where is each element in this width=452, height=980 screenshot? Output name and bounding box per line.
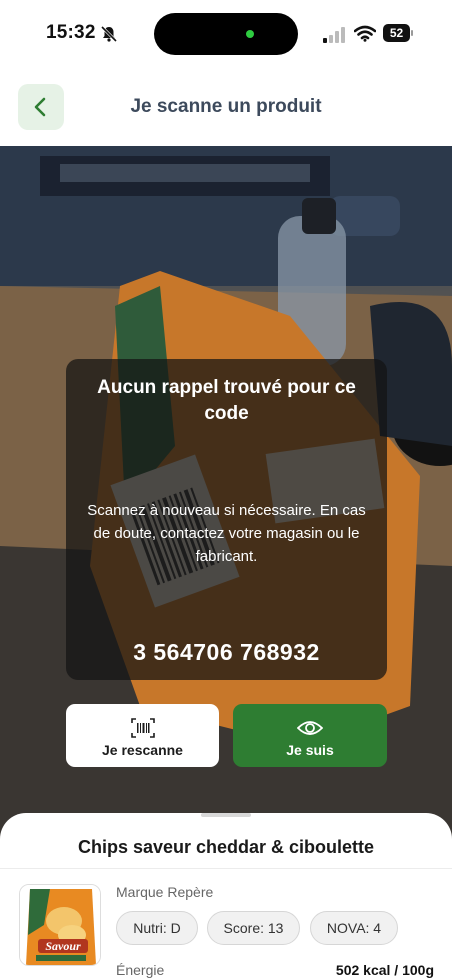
energy-value: 502 kcal / 100g: [335, 962, 434, 978]
nutri-score-chip: Nutri: D: [116, 911, 198, 945]
eye-icon: [297, 721, 323, 735]
product-image: Savour: [20, 885, 100, 965]
thumbnail-brand-text: Savour: [45, 939, 81, 953]
product-thumbnail[interactable]: Savour: [19, 884, 101, 966]
product-name: Chips saveur cheddar & ciboulette: [77, 837, 375, 857]
camera-active-indicator: [246, 30, 254, 38]
rescan-button-label: Je rescanne: [102, 742, 183, 758]
result-title: Aucun rappel trouvé pour ce code: [97, 377, 356, 424]
result-message: Scannez à nouveau si nécessaire. En cas …: [87, 502, 366, 565]
barcode-scan-icon: [131, 718, 155, 738]
sheet-drag-handle[interactable]: [201, 813, 251, 817]
score-chip: Score: 13: [207, 911, 300, 945]
follow-button[interactable]: Je suis: [233, 704, 387, 767]
dynamic-island: [154, 13, 298, 55]
bell-slash-icon: [100, 25, 118, 43]
follow-button-label: Je suis: [286, 742, 334, 758]
signal-icon: [323, 27, 345, 43]
page-title: Je scanne un produit: [130, 96, 322, 117]
energy-label: Énergie: [116, 962, 165, 978]
battery-level: 52: [383, 24, 410, 42]
status-bar: 15:32 52: [0, 0, 452, 68]
nova-chip: NOVA: 4: [310, 911, 398, 945]
scan-result-card: Aucun rappel trouvé pour ce code Scannez…: [66, 359, 387, 680]
header: Je scanne un produit: [0, 68, 452, 146]
rescan-button[interactable]: Je rescanne: [66, 704, 219, 767]
divider: [0, 868, 452, 869]
scanned-barcode: 3 564706 768932: [133, 639, 320, 665]
product-brand: Marque Repère: [116, 884, 214, 900]
wifi-icon: [354, 25, 376, 42]
battery-indicator: 52: [383, 24, 413, 42]
status-time: 15:32: [46, 22, 96, 43]
